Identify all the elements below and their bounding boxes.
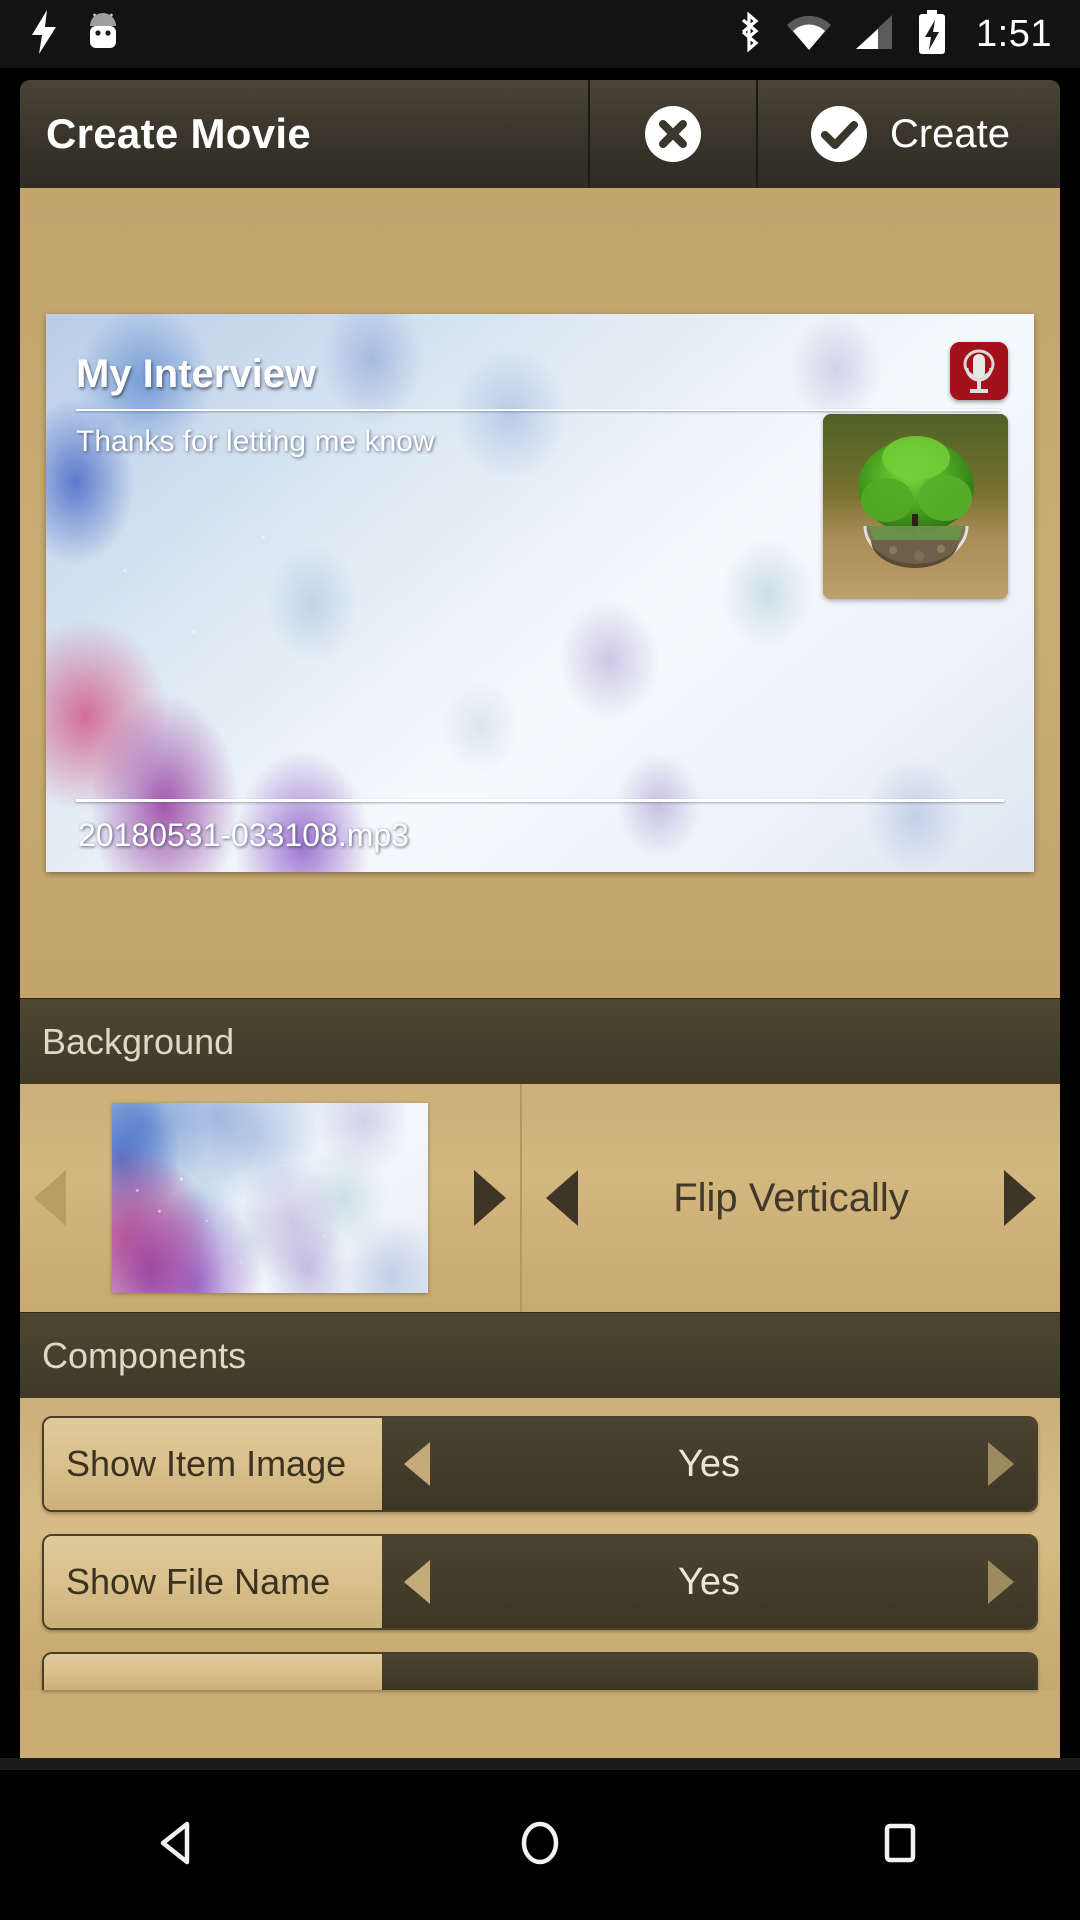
check-circle-icon xyxy=(808,103,870,165)
wifi-icon xyxy=(786,12,832,57)
close-circle-icon xyxy=(642,103,704,165)
movie-preview-card[interactable]: My Interview Thanks for letting me know xyxy=(46,314,1034,872)
component-label: Show Item Image xyxy=(44,1418,382,1510)
flip-prev-icon[interactable] xyxy=(546,1170,578,1226)
battery-charging-icon xyxy=(916,9,948,59)
background-prev-icon[interactable] xyxy=(34,1170,66,1226)
component-value-stepper-partial[interactable] xyxy=(382,1654,1036,1690)
content-sheet: My Interview Thanks for letting me know xyxy=(20,188,1060,1758)
cancel-button[interactable] xyxy=(590,80,758,188)
bluetooth-icon xyxy=(732,10,766,59)
status-bar-right-icons: 1:51 xyxy=(732,9,1080,59)
component-row-show-file-name[interactable]: Show File Name Yes xyxy=(42,1534,1038,1630)
page-title: Create Movie xyxy=(46,110,312,157)
flash-icon xyxy=(30,9,60,59)
component-value-stepper[interactable]: Yes xyxy=(382,1536,1036,1628)
background-thumbnail-image xyxy=(112,1103,428,1293)
status-bar-left-icons xyxy=(0,9,732,59)
square-recents-icon xyxy=(873,1816,927,1875)
app-bar: Create Movie Create xyxy=(20,80,1060,188)
cell-signal-icon xyxy=(852,12,896,57)
preview-bottom-divider xyxy=(76,799,1004,802)
app-bar-title-zone: Create Movie xyxy=(20,80,590,188)
create-button-label: Create xyxy=(889,111,1011,156)
circle-home-icon xyxy=(513,1816,567,1875)
flip-value-label: Flip Vertically xyxy=(673,1175,909,1220)
triangle-back-icon xyxy=(153,1816,207,1875)
nav-home-button[interactable] xyxy=(450,1770,630,1920)
background-section-header: Background xyxy=(20,998,1060,1084)
component-row-partial[interactable] xyxy=(42,1652,1038,1690)
component-value-stepper[interactable]: Yes xyxy=(382,1418,1036,1510)
preview-file-name: 20180531-033108.mp3 xyxy=(78,817,409,853)
create-button[interactable]: Create xyxy=(758,80,1060,188)
android-robot-icon xyxy=(86,10,120,59)
status-bar-clock: 1:51 xyxy=(976,12,1052,55)
nav-recents-button[interactable] xyxy=(810,1770,990,1920)
component-label-partial xyxy=(44,1654,382,1690)
phone-screen: 1:51 Create Movie Create My Interview Th… xyxy=(0,0,1080,1920)
preview-area: My Interview Thanks for letting me know xyxy=(20,188,1060,998)
component-row-show-item-image[interactable]: Show Item Image Yes xyxy=(42,1416,1038,1512)
components-section-header: Components xyxy=(20,1312,1060,1398)
component-value: Yes xyxy=(678,1560,740,1603)
flip-next-icon[interactable] xyxy=(1004,1170,1036,1226)
background-thumbnail-picker xyxy=(20,1084,522,1312)
background-next-icon[interactable] xyxy=(474,1170,506,1226)
background-picker-row: Flip Vertically xyxy=(20,1084,1060,1312)
android-nav-bar xyxy=(0,1770,1080,1920)
item-image-thumbnail xyxy=(823,414,1008,599)
components-list: Show Item Image Yes Show File Name Yes xyxy=(20,1398,1060,1690)
recorder-app-icon xyxy=(950,342,1008,400)
preview-title: My Interview xyxy=(76,352,317,396)
component-label: Show File Name xyxy=(44,1536,382,1628)
sheet-bottom-gap xyxy=(0,1758,1080,1770)
background-flip-picker: Flip Vertically xyxy=(522,1084,1060,1312)
nav-back-button[interactable] xyxy=(90,1770,270,1920)
preview-top-divider xyxy=(76,409,1000,411)
status-bar: 1:51 xyxy=(0,0,1080,68)
background-thumbnail[interactable] xyxy=(112,1103,428,1293)
component-value: Yes xyxy=(678,1442,740,1485)
